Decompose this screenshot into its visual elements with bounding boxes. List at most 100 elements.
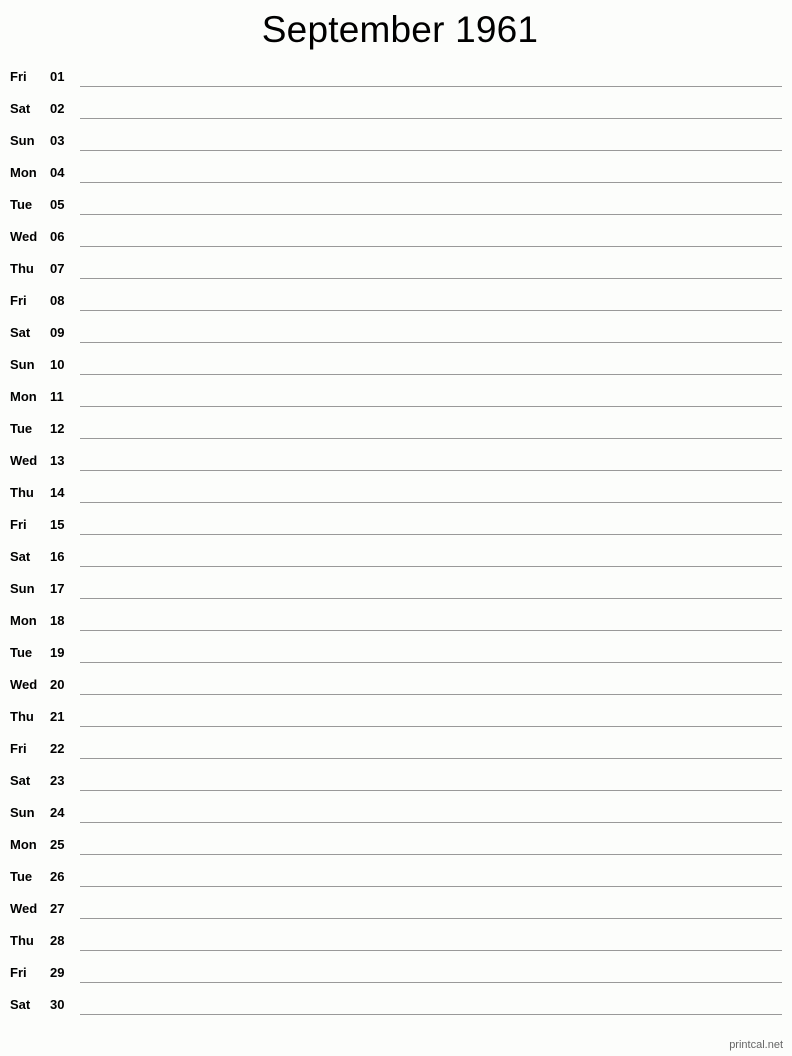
day-number: 22: [50, 741, 65, 756]
day-of-week: Sun: [10, 357, 35, 372]
day-number: 11: [50, 389, 64, 404]
writing-line: [80, 662, 782, 663]
day-of-week: Wed: [10, 229, 38, 244]
day-row: Mon 11: [0, 380, 792, 412]
day-row: Sun 17: [0, 572, 792, 604]
page-title: September 1961: [261, 9, 539, 50]
writing-line: [80, 566, 782, 567]
day-of-week: Mon: [10, 165, 37, 180]
day-row: Fri 22: [0, 732, 792, 764]
day-number: 21: [50, 709, 65, 724]
day-row: Sat 16: [0, 540, 792, 572]
day-row: Wed 27: [0, 892, 792, 924]
day-of-week: Wed: [10, 677, 38, 692]
writing-line: [80, 630, 782, 631]
day-number: 01: [50, 69, 65, 84]
day-of-week: Fri: [10, 741, 27, 756]
day-number: 23: [50, 773, 65, 788]
day-of-week: Wed: [10, 901, 38, 916]
day-number: 15: [50, 517, 65, 532]
day-number: 16: [50, 549, 65, 564]
day-number: 03: [50, 133, 65, 148]
day-row: Thu 21: [0, 700, 792, 732]
day-row: Mon 25: [0, 828, 792, 860]
writing-line: [80, 758, 782, 759]
footer-credit: printcal.net: [729, 1039, 783, 1051]
writing-line: [80, 854, 782, 855]
writing-line: [80, 726, 782, 727]
day-row: Sat 02: [0, 92, 792, 124]
day-row: Thu 28: [0, 924, 792, 956]
day-of-week: Tue: [10, 421, 33, 436]
day-row: Fri 01: [0, 60, 792, 92]
writing-line: [80, 822, 782, 823]
day-number: 30: [50, 997, 65, 1012]
day-number: 06: [50, 229, 65, 244]
writing-line: [80, 118, 782, 119]
day-row: Wed 20: [0, 668, 792, 700]
day-row: Tue 05: [0, 188, 792, 220]
day-number: 12: [50, 421, 65, 436]
day-number: 17: [50, 581, 65, 596]
writing-line: [80, 278, 782, 279]
writing-line: [80, 598, 782, 599]
day-of-week: Sun: [10, 805, 35, 820]
day-of-week: Fri: [10, 293, 27, 308]
day-of-week: Thu: [10, 933, 34, 948]
day-of-week: Sat: [10, 997, 31, 1012]
day-of-week: Fri: [10, 517, 27, 532]
day-row: Wed 13: [0, 444, 792, 476]
day-of-week: Sun: [10, 133, 35, 148]
day-of-week: Sat: [10, 549, 31, 564]
day-row: Sun 24: [0, 796, 792, 828]
writing-line: [80, 918, 782, 919]
day-row: Fri 08: [0, 284, 792, 316]
writing-line: [80, 886, 782, 887]
day-of-week: Mon: [10, 837, 37, 852]
day-number: 19: [50, 645, 65, 660]
day-row: Thu 07: [0, 252, 792, 284]
day-of-week: Sat: [10, 325, 31, 340]
writing-line: [80, 310, 782, 311]
writing-line: [80, 182, 782, 183]
day-number: 05: [50, 197, 65, 212]
day-of-week: Wed: [10, 453, 38, 468]
day-number: 02: [50, 101, 65, 116]
day-row: Fri 15: [0, 508, 792, 540]
day-of-week: Tue: [10, 869, 33, 884]
day-row: Sat 09: [0, 316, 792, 348]
writing-line: [80, 470, 782, 471]
day-row: Tue 19: [0, 636, 792, 668]
day-number: 25: [50, 837, 65, 852]
writing-line: [80, 342, 782, 343]
day-of-week: Tue: [10, 645, 33, 660]
day-of-week: Mon: [10, 389, 37, 404]
day-of-week: Fri: [10, 69, 27, 84]
day-row: Mon 18: [0, 604, 792, 636]
writing-line: [80, 374, 782, 375]
writing-line: [80, 406, 782, 407]
writing-line: [80, 246, 782, 247]
day-row: Sun 10: [0, 348, 792, 380]
day-number: 24: [50, 805, 65, 820]
day-row: Sat 30: [0, 988, 792, 1020]
day-row: Tue 12: [0, 412, 792, 444]
day-number: 20: [50, 677, 65, 692]
day-number: 28: [50, 933, 65, 948]
day-of-week: Thu: [10, 485, 34, 500]
writing-line: [80, 150, 782, 151]
day-list: Fri 01 Sat 02 Sun 03 Mon 04 Tue 05 Wed 06 Thu 07 Fri 08…: [0, 60, 792, 1020]
writing-line: [80, 694, 782, 695]
day-row: Mon 04: [0, 156, 792, 188]
day-number: 14: [50, 485, 65, 500]
day-number: 07: [50, 261, 65, 276]
day-number: 08: [50, 293, 65, 308]
day-of-week: Mon: [10, 613, 37, 628]
day-row: Tue 26: [0, 860, 792, 892]
writing-line: [80, 86, 782, 87]
day-of-week: Sat: [10, 773, 31, 788]
day-of-week: Thu: [10, 261, 34, 276]
day-row: Wed 06: [0, 220, 792, 252]
writing-line: [80, 502, 782, 503]
writing-line: [80, 1014, 782, 1015]
